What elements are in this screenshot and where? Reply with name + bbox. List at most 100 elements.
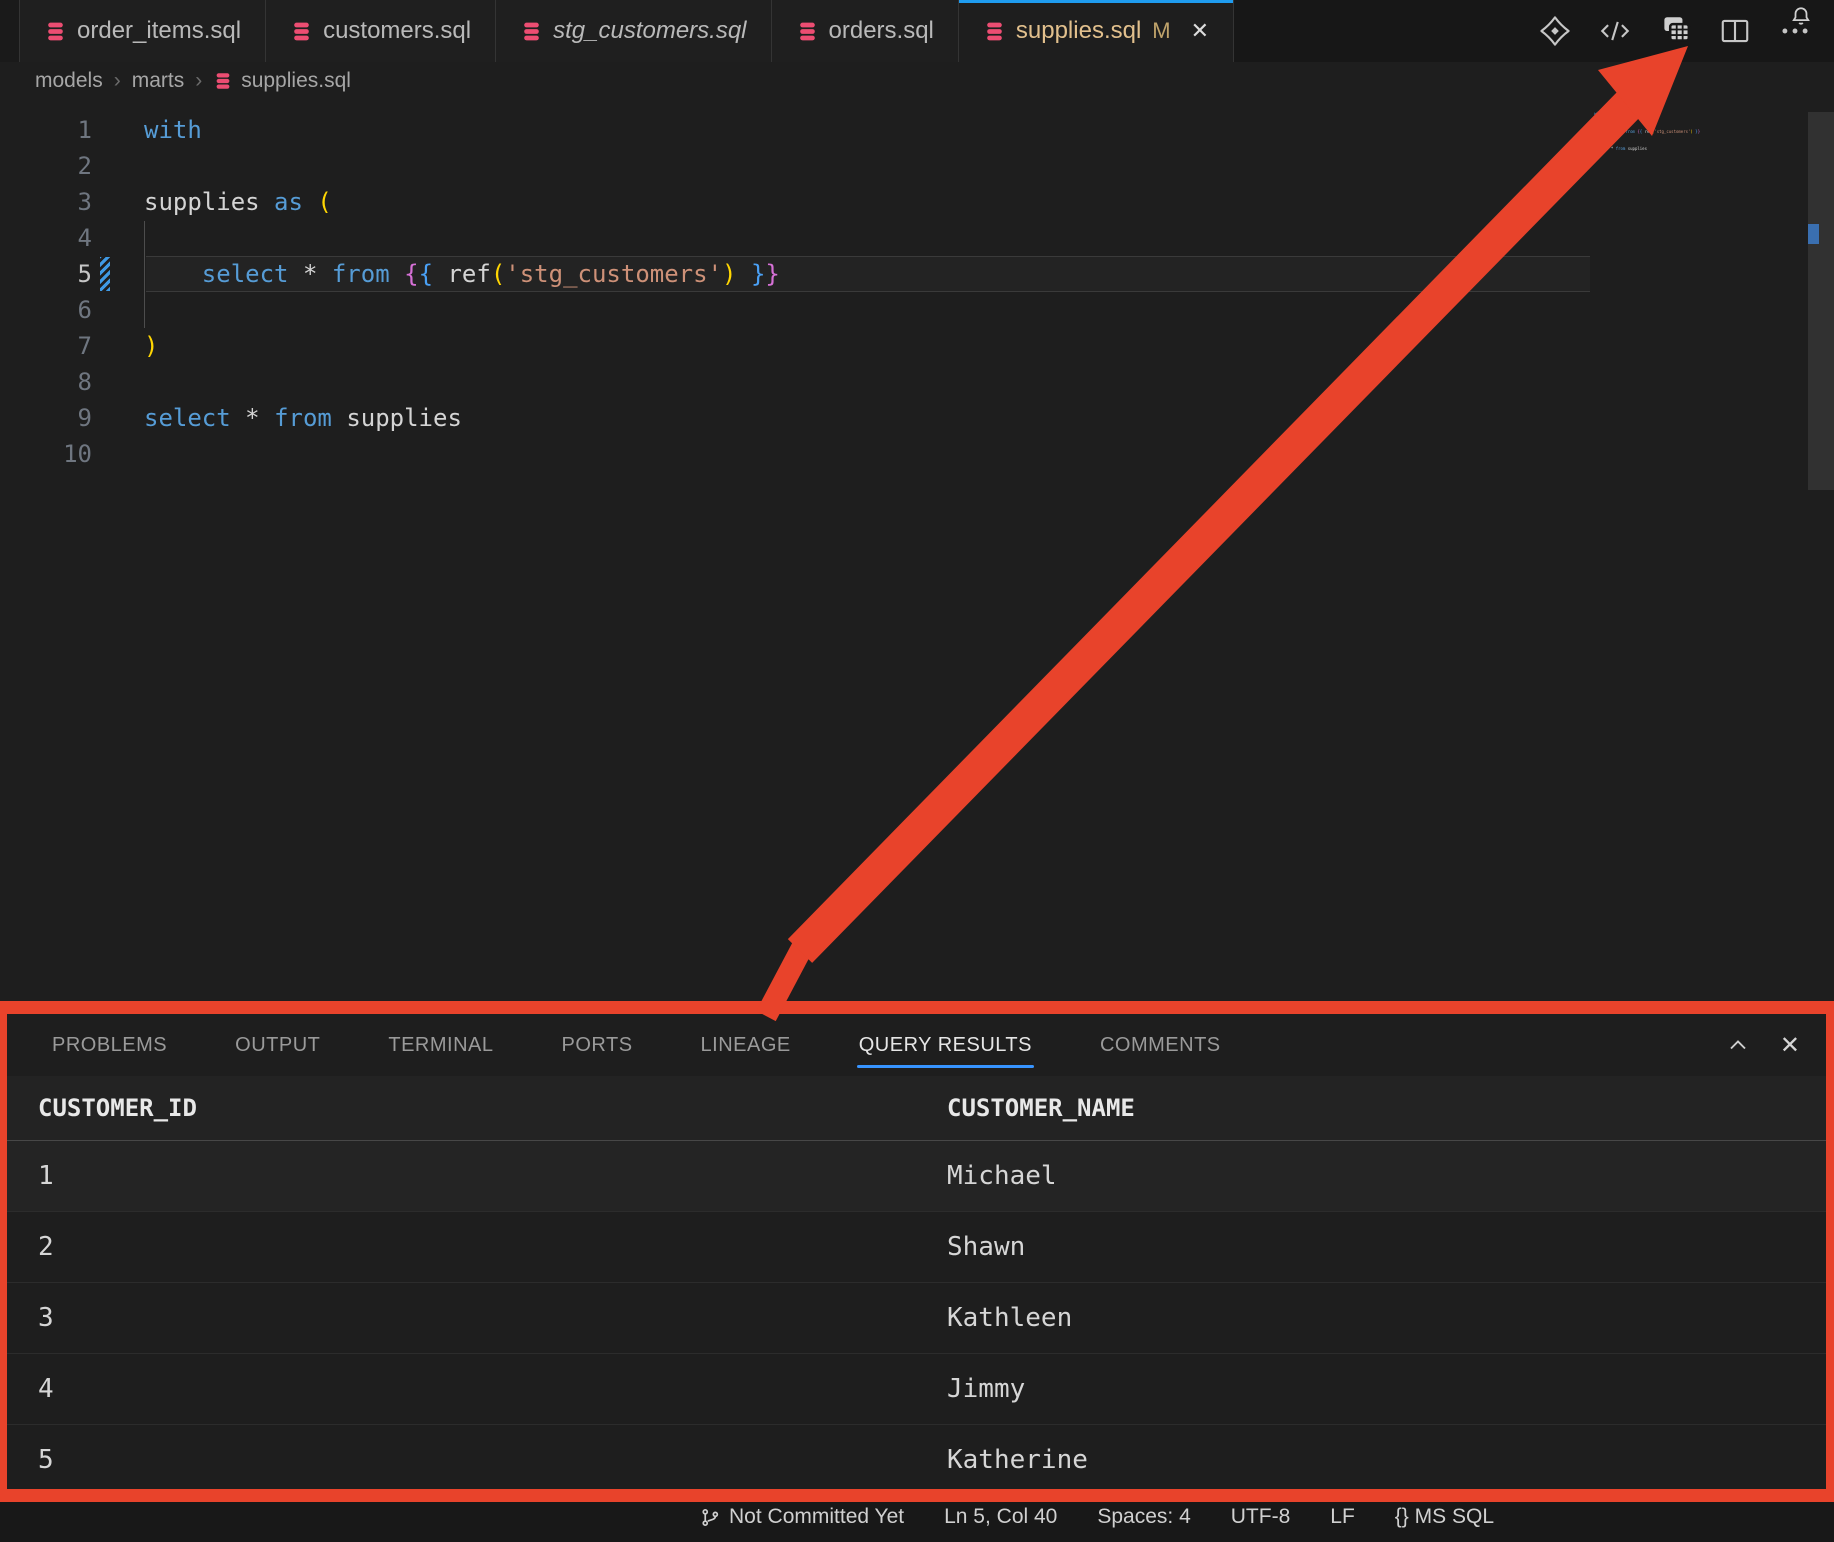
panel-tab[interactable]: PROBLEMS — [50, 1018, 169, 1073]
line-number: 2 — [0, 148, 92, 184]
panel-actions: ✕ — [1726, 1014, 1800, 1076]
line-number: 4 — [0, 220, 92, 256]
status-label: {} MS SQL — [1395, 1505, 1494, 1529]
table-cell: 5 — [38, 1445, 947, 1475]
code-editor[interactable]: with supplies as ( select * from {{ ref('… — [144, 112, 780, 472]
editor-tab[interactable]: stg_customers.sql — [496, 0, 771, 62]
status-label: Spaces: 4 — [1097, 1505, 1190, 1529]
line-number: 1 — [0, 112, 92, 148]
status-item[interactable]: LF — [1330, 1505, 1355, 1529]
code-preview-icon[interactable] — [1598, 14, 1632, 48]
panel-tab[interactable]: QUERY RESULTS — [857, 1018, 1034, 1073]
status-label: LF — [1330, 1505, 1355, 1529]
editor-tab[interactable]: order_items.sql — [20, 0, 266, 62]
line-numbers-gutter: 12345678910 — [0, 112, 92, 472]
editor-tab[interactable]: customers.sql — [266, 0, 496, 62]
editor-tab-bar: order_items.sql customers.sql stg_custom… — [0, 0, 1834, 62]
status-item[interactable]: Ln 5, Col 40 — [944, 1505, 1057, 1529]
table-cell: 2 — [38, 1232, 947, 1262]
bottom-panel: PROBLEMS OUTPUT TERMINAL PORTS LINEAGE QUERY … — [0, 1014, 1834, 1502]
code-line: select * from supplies — [144, 400, 780, 436]
tab-label: order_items.sql — [77, 17, 241, 45]
panel-tab[interactable]: LINEAGE — [699, 1018, 793, 1073]
table-cell: 4 — [38, 1374, 947, 1404]
table-cell: 3 — [38, 1303, 947, 1333]
tab-bar-left-edge — [0, 0, 20, 62]
editor-actions — [1538, 0, 1812, 62]
table-cell: Jimmy — [947, 1374, 1834, 1404]
tab-label: stg_customers.sql — [553, 17, 746, 45]
table-row[interactable]: 1Michael — [0, 1141, 1834, 1212]
breadcrumb-item[interactable]: supplies.sql — [213, 69, 351, 93]
dbt-icon[interactable] — [1538, 14, 1572, 48]
overview-ruler-modified-marker — [1808, 224, 1819, 244]
status-item[interactable]: Not Committed Yet — [700, 1505, 904, 1529]
status-item[interactable]: UTF-8 — [1231, 1505, 1291, 1529]
panel-tab[interactable]: OUTPUT — [233, 1018, 322, 1073]
table-cell: Michael — [947, 1161, 1834, 1191]
notifications-bell-icon[interactable] — [1790, 5, 1812, 27]
panel-tab[interactable]: TERMINAL — [386, 1018, 495, 1073]
line-number: 10 — [0, 436, 92, 472]
breadcrumb-item[interactable]: models — [35, 69, 103, 93]
status-item[interactable]: Spaces: 4 — [1097, 1505, 1190, 1529]
git-modified-gutter-marker — [100, 257, 110, 291]
code-line — [144, 148, 780, 184]
database-icon — [983, 20, 1006, 43]
panel-tab-list: PROBLEMS OUTPUT TERMINAL PORTS LINEAGE QUERY … — [0, 1014, 1834, 1076]
table-cell: Kathleen — [947, 1303, 1834, 1333]
code-line: supplies as ( — [144, 184, 780, 220]
breadcrumb-separator: › — [195, 69, 202, 93]
status-item[interactable]: {} MS SQL — [1395, 1505, 1494, 1529]
database-icon — [290, 20, 313, 43]
line-number: 5 — [0, 256, 92, 292]
table-row[interactable]: 4Jimmy — [0, 1354, 1834, 1425]
code-line — [144, 292, 780, 328]
editor-tab-list: order_items.sql customers.sql stg_custom… — [20, 0, 1234, 62]
tab-label: customers.sql — [323, 17, 471, 45]
split-editor-icon[interactable] — [1718, 14, 1752, 48]
breadcrumb-item[interactable]: marts — [132, 69, 185, 93]
minimap-modified-marker — [1588, 127, 1593, 136]
code-line: ) — [144, 328, 780, 364]
status-bar: Not Committed Yet Ln 5, Col 40 Spaces: 4 UT… — [0, 1500, 1834, 1542]
tab-label: supplies.sql — [1016, 17, 1141, 45]
query-results-icon[interactable] — [1658, 14, 1692, 48]
line-number: 7 — [0, 328, 92, 364]
line-number: 9 — [0, 400, 92, 436]
panel-tab[interactable]: COMMENTS — [1098, 1018, 1223, 1073]
minimap[interactable]: withsupplies as ( select * from {{ ref('… — [1594, 112, 1700, 156]
editor-tab[interactable]: supplies.sql M ✕ — [959, 0, 1234, 62]
close-panel-icon[interactable]: ✕ — [1780, 1031, 1800, 1060]
table-row[interactable]: 2Shawn — [0, 1212, 1834, 1283]
table-row[interactable]: 5Katherine — [0, 1425, 1834, 1496]
code-line — [144, 364, 780, 400]
database-icon — [44, 20, 67, 43]
column-header[interactable]: CUSTOMER_NAME — [947, 1094, 1834, 1122]
line-number: 6 — [0, 292, 92, 328]
editor-scrollbar[interactable] — [1808, 112, 1834, 490]
status-label: Not Committed Yet — [729, 1505, 904, 1529]
query-results-table: CUSTOMER_IDCUSTOMER_NAME1Michael2Shawn3K… — [0, 1076, 1834, 1496]
breadcrumb-label: supplies.sql — [241, 69, 351, 93]
maximize-panel-chevron-icon[interactable] — [1726, 1033, 1750, 1057]
tab-label: orders.sql — [829, 17, 934, 45]
line-number: 3 — [0, 184, 92, 220]
breadcrumb-separator: › — [114, 69, 121, 93]
breadcrumb-label: marts — [132, 69, 185, 93]
table-row[interactable]: 3Kathleen — [0, 1283, 1834, 1354]
code-line: select * from {{ ref('stg_customers') }} — [144, 256, 780, 292]
table-cell: Katherine — [947, 1445, 1834, 1475]
column-header[interactable]: CUSTOMER_ID — [38, 1094, 947, 1122]
panel-tab[interactable]: PORTS — [560, 1018, 635, 1073]
close-tab-icon[interactable]: ✕ — [1191, 18, 1209, 44]
code-line — [144, 436, 780, 472]
editor-tab[interactable]: orders.sql — [772, 0, 959, 62]
git-branch-icon — [700, 1507, 721, 1528]
database-icon — [213, 71, 233, 91]
table-header-row: CUSTOMER_IDCUSTOMER_NAME — [0, 1076, 1834, 1141]
breadcrumb-label: models — [35, 69, 103, 93]
line-number: 8 — [0, 364, 92, 400]
code-line: with — [144, 112, 780, 148]
modified-badge: M — [1152, 18, 1170, 44]
